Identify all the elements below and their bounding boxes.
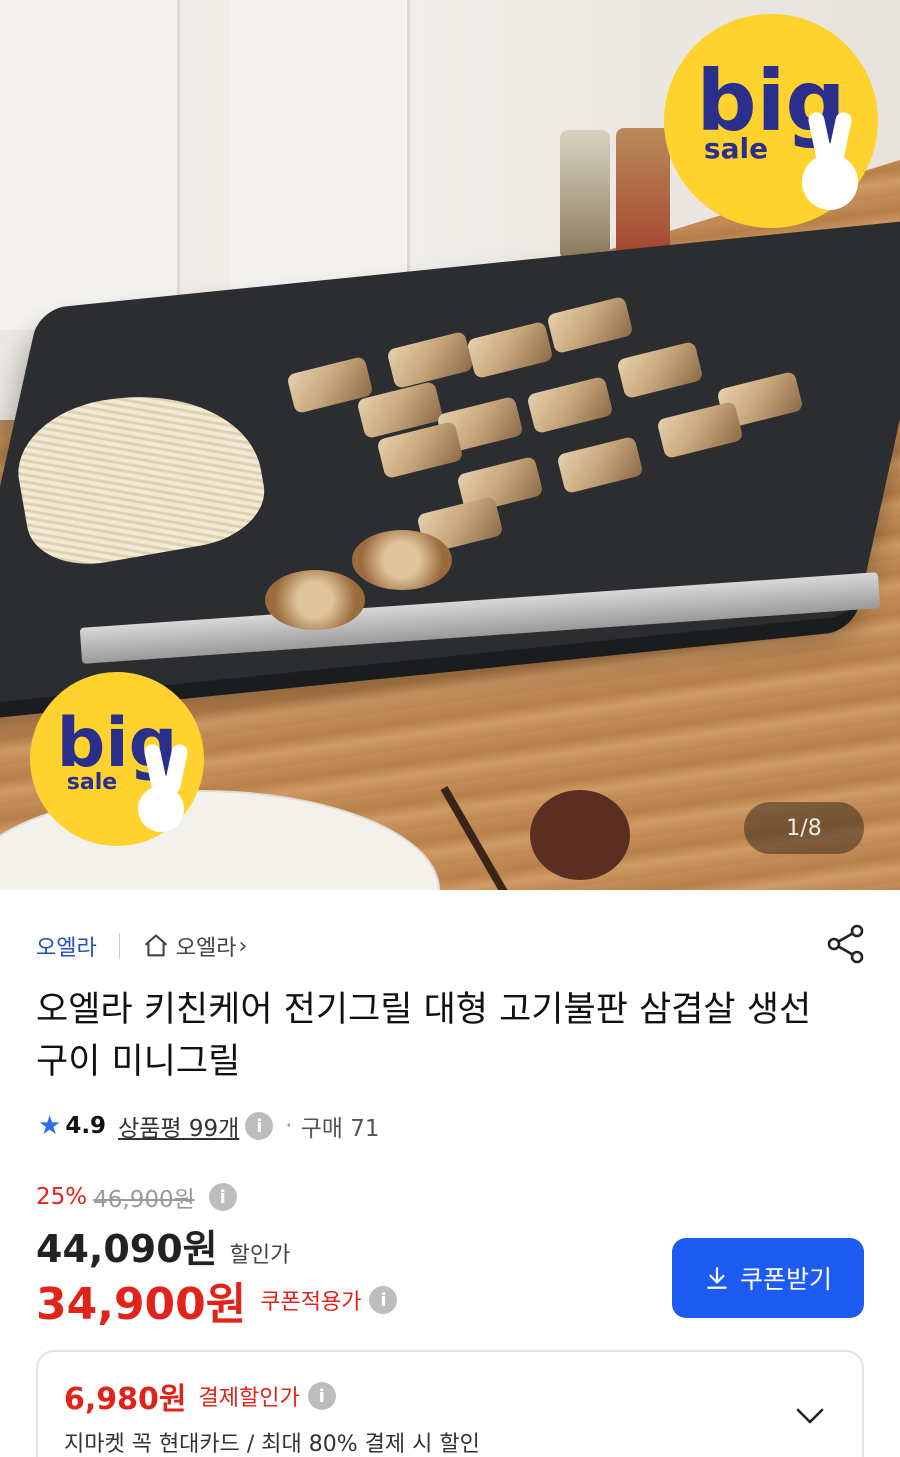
info-icon[interactable]: i: [245, 1112, 274, 1140]
sale-price-row: 44,090원 할인가: [36, 1218, 290, 1273]
sale-price: 44,090원: [36, 1227, 218, 1271]
divider: [118, 933, 120, 959]
dot-separator: ·: [285, 1113, 293, 1139]
payment-price-row: 6,980원 결제할인가 i: [64, 1374, 336, 1418]
big-sale-badge: big sale: [30, 672, 204, 846]
get-coupon-button[interactable]: 쿠폰받기: [672, 1238, 864, 1318]
info-icon[interactable]: i: [307, 1382, 336, 1410]
store-link[interactable]: 오엘라: [36, 930, 97, 962]
seasoning-bottle: [560, 130, 610, 260]
badge-sale-text: sale: [703, 132, 769, 165]
image-counter: 1/8: [744, 802, 864, 854]
discount-rate: 25%: [36, 1184, 88, 1210]
discount-row: 25% 46,900원 i: [36, 1180, 237, 1214]
coupon-price: 34,900원: [36, 1279, 247, 1330]
original-price: 46,900원: [93, 1187, 195, 1213]
badge-sale-text: sale: [66, 770, 118, 795]
purchase-count: 구매 71: [300, 1116, 380, 1142]
payment-discount-box[interactable]: 6,980원 결제할인가 i 지마켓 꼭 현대카드 / 최대 80% 결제 시 …: [36, 1350, 864, 1457]
payment-price-label: 결제할인가: [198, 1386, 300, 1411]
store-row: 오엘라 오엘라 ›: [36, 926, 866, 966]
payment-description: 지마켓 꼭 현대카드 / 최대 80% 결제 시 할인: [64, 1432, 480, 1457]
shiitake-mushroom: [265, 570, 365, 630]
chevron-down-icon[interactable]: [790, 1396, 830, 1436]
cabinet-panel: [0, 0, 180, 330]
bunny-icon: [802, 154, 858, 210]
payment-price: 6,980원: [64, 1382, 187, 1417]
bunny-icon: [138, 786, 184, 832]
home-icon[interactable]: [142, 932, 170, 960]
rating-value: 4.9: [65, 1113, 107, 1139]
shiitake-mushroom: [352, 530, 452, 590]
product-image[interactable]: big sale big sale 1/8: [0, 0, 900, 890]
sale-price-label: 할인가: [229, 1243, 291, 1268]
coupon-price-label: 쿠폰적용가: [260, 1290, 362, 1315]
coupon-price-row: 34,900원 쿠폰적용가 i: [36, 1268, 398, 1332]
wooden-spoon: [530, 790, 630, 880]
store-home-link[interactable]: 오엘라: [176, 930, 237, 962]
product-title: 오엘라 키친케어 전기그릴 대형 고기불판 삼겹살 생선구이 미니그릴: [36, 990, 812, 1082]
get-coupon-label: 쿠폰받기: [739, 1266, 832, 1294]
download-icon: [707, 1267, 727, 1289]
chevron-right-icon: ›: [238, 933, 248, 959]
big-sale-badge: big sale: [664, 14, 878, 228]
star-icon: ★: [38, 1111, 62, 1141]
info-icon[interactable]: i: [369, 1286, 398, 1314]
rating-row: ★ 4.9 상품평 99개 i · 구매 71: [38, 1106, 380, 1146]
info-icon[interactable]: i: [208, 1183, 237, 1211]
share-icon[interactable]: [824, 922, 868, 966]
reviews-link[interactable]: 상품평 99개: [118, 1109, 239, 1143]
